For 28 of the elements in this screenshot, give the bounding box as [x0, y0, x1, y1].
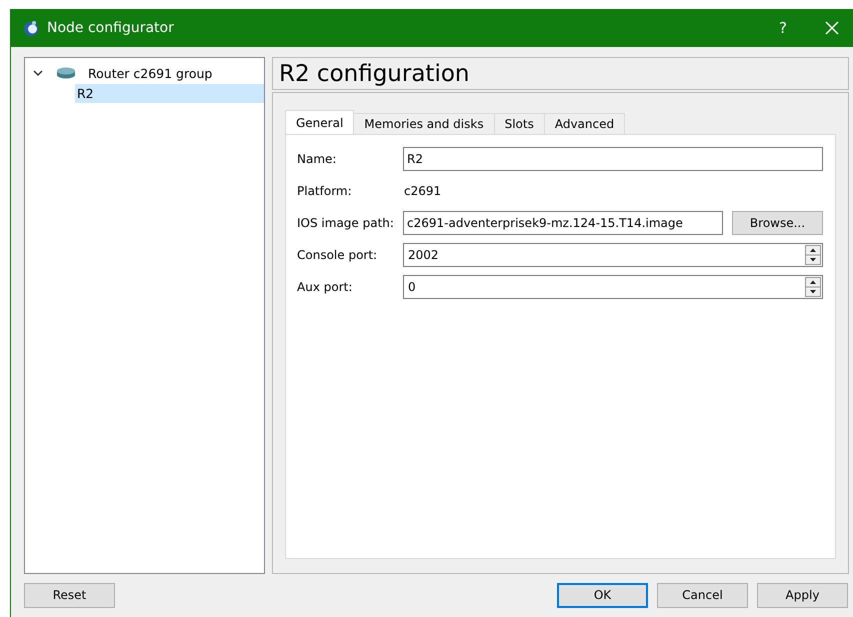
browse-button[interactable]: Browse...	[732, 211, 823, 235]
platform-value: c2691	[403, 184, 442, 198]
spin-arrows-icon[interactable]	[805, 277, 821, 297]
config-title: R2 configuration	[272, 57, 849, 90]
router-icon	[56, 67, 76, 79]
field-label: IOS image path:	[297, 216, 395, 230]
port-spinbox[interactable]: 0	[403, 275, 823, 299]
app-icon	[22, 19, 40, 37]
image-path-field[interactable]: c2691-adventerprisek9-mz.124-15.T14.image	[403, 211, 723, 235]
dialog-button[interactable]: Apply	[757, 582, 848, 608]
dialog-button[interactable]: OK	[557, 582, 648, 608]
close-icon[interactable]	[825, 21, 839, 35]
name-field[interactable]: R2	[403, 147, 823, 171]
field-label: Aux port:	[297, 280, 354, 294]
chevron-icon[interactable]	[33, 69, 43, 77]
tree-item[interactable]: R2	[75, 84, 264, 102]
port-spinbox[interactable]: 2002	[403, 243, 823, 267]
field-label: Name:	[297, 152, 338, 166]
reset-button[interactable]: Reset	[24, 582, 115, 608]
field-label: Platform:	[297, 184, 353, 198]
tab[interactable]: General	[285, 110, 354, 134]
help-button[interactable]: ?	[779, 19, 787, 37]
window-title: Node configurator	[47, 20, 174, 36]
tab[interactable]: Advanced	[544, 113, 626, 134]
field-label: Console port:	[297, 248, 378, 262]
tree-item[interactable]: Router c2691 group	[86, 64, 264, 82]
dialog-button[interactable]: Cancel	[657, 582, 748, 608]
spin-arrows-icon[interactable]	[805, 245, 821, 265]
